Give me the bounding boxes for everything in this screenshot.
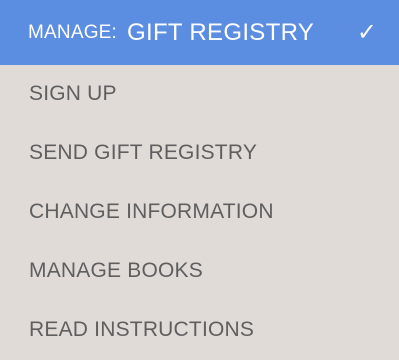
selected-option-label: GIFT REGISTRY xyxy=(127,18,315,46)
header-prefix-label: MANAGE: xyxy=(28,22,118,43)
dropdown-menu: MANAGE: GIFT REGISTRY ✓ SIGN UP SEND GIF… xyxy=(0,0,399,360)
menu-item-manage-books[interactable]: MANAGE BOOKS xyxy=(0,241,399,300)
menu-item-sign-up[interactable]: SIGN UP xyxy=(0,65,399,124)
menu-options-list: SIGN UP SEND GIFT REGISTRY CHANGE INFORM… xyxy=(0,65,399,359)
selected-option-header[interactable]: MANAGE: GIFT REGISTRY ✓ xyxy=(0,0,399,65)
menu-item-send-gift-registry[interactable]: SEND GIFT REGISTRY xyxy=(0,124,399,183)
menu-item-read-instructions[interactable]: READ INSTRUCTIONS xyxy=(0,300,399,359)
checkmark-icon: ✓ xyxy=(356,18,377,46)
menu-item-change-information[interactable]: CHANGE INFORMATION xyxy=(0,183,399,242)
